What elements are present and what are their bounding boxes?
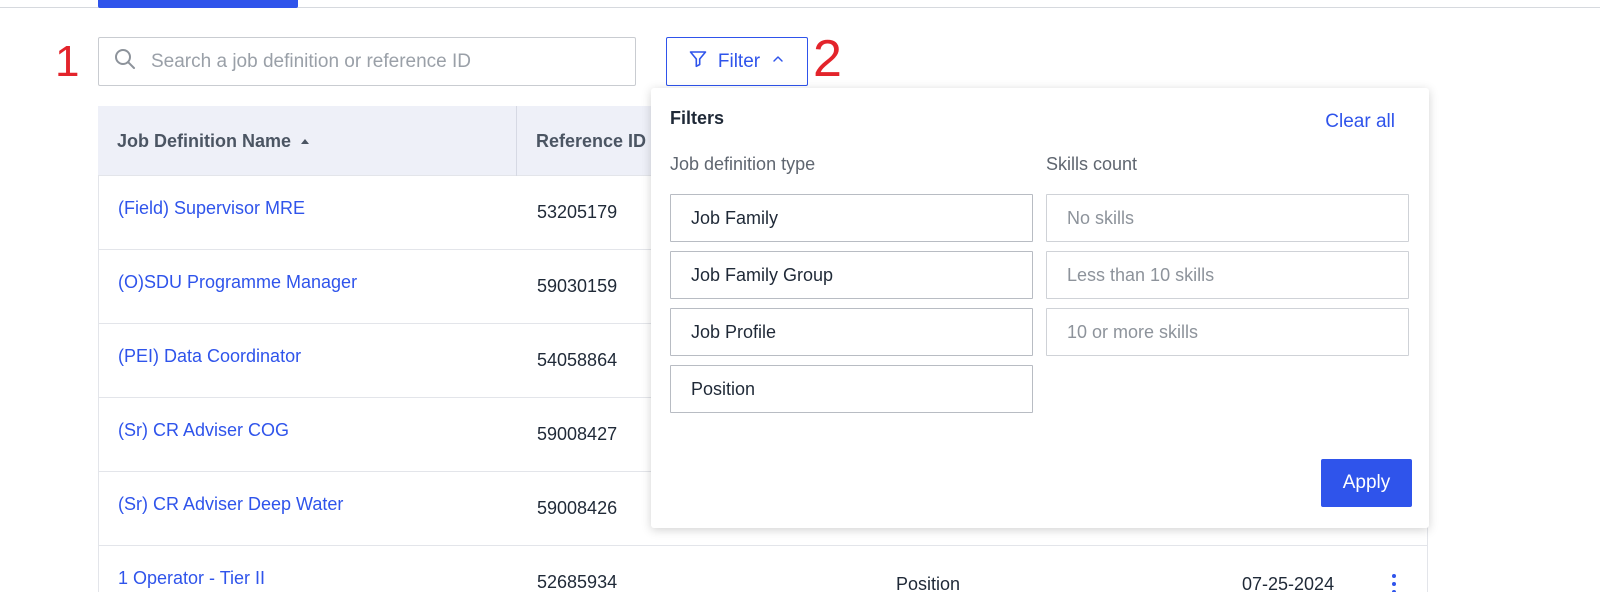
filter-option-less-than-10-skills[interactable]: Less than 10 skills	[1046, 251, 1409, 299]
reference-id-cell: 54058864	[537, 350, 618, 370]
active-tab-indicator[interactable]	[98, 0, 298, 8]
filters-popover: Filters Clear all Job definition type Sk…	[651, 88, 1429, 528]
search-icon	[113, 47, 137, 76]
clear-all-link[interactable]: Clear all	[1325, 111, 1395, 133]
job-definition-link[interactable]: (Sr) CR Adviser Deep Water	[118, 494, 343, 515]
sort-ascending-icon	[301, 138, 310, 144]
filter-option-10-or-more-skills[interactable]: 10 or more skills	[1046, 308, 1409, 356]
filter-option-no-skills[interactable]: No skills	[1046, 194, 1409, 242]
page: 1 2 Filter Job Definition Name Reference…	[0, 0, 1600, 592]
reference-id-cell: 59008427	[537, 424, 618, 444]
search-box[interactable]	[98, 37, 636, 86]
job-definition-link[interactable]: 1 Operator - Tier II	[118, 568, 265, 589]
filter-option-position[interactable]: Position	[670, 365, 1033, 413]
job-definition-link[interactable]: (PEI) Data Coordinator	[118, 346, 301, 367]
reference-id-cell: 52685934	[537, 572, 618, 592]
filter-button-label: Filter	[717, 50, 761, 72]
reference-id-cell: 59008426	[537, 498, 618, 518]
job-definition-link[interactable]: (Sr) CR Adviser COG	[118, 420, 289, 441]
reference-id-cell: 59030159	[537, 276, 618, 296]
search-input[interactable]	[151, 50, 611, 73]
filters-title: Filters	[670, 108, 725, 128]
annotation-step-2: 2	[813, 30, 842, 88]
filter-option-job-family-group[interactable]: Job Family Group	[670, 251, 1033, 299]
filter-button[interactable]: Filter	[666, 37, 808, 86]
type-cell: Position	[896, 574, 961, 592]
column-header-name-label: Job Definition Name	[117, 130, 292, 151]
date-cell: 07-25-2024	[1242, 574, 1335, 592]
apply-button[interactable]: Apply	[1321, 459, 1412, 507]
job-definition-link[interactable]: (O)SDU Programme Manager	[118, 272, 357, 293]
kebab-menu-icon[interactable]	[1389, 574, 1399, 592]
filter-option-job-family[interactable]: Job Family	[670, 194, 1033, 242]
job-definition-link[interactable]: (Field) Supervisor MRE	[118, 198, 305, 219]
table-row: 1 Operator - Tier II 52685934 Position 07-2…	[99, 546, 1427, 592]
column-header-name[interactable]: Job Definition Name	[117, 106, 310, 176]
filter-option-job-profile[interactable]: Job Profile	[670, 308, 1033, 356]
column-divider	[516, 106, 517, 176]
reference-id-cell: 53205179	[537, 202, 618, 222]
column-header-reference-id[interactable]: Reference ID	[536, 106, 646, 176]
job-definition-type-label: Job definition type	[670, 154, 816, 174]
annotation-step-1: 1	[55, 37, 80, 86]
funnel-icon	[688, 49, 708, 75]
chevron-up-icon	[770, 51, 786, 73]
skills-count-label: Skills count	[1046, 154, 1138, 174]
